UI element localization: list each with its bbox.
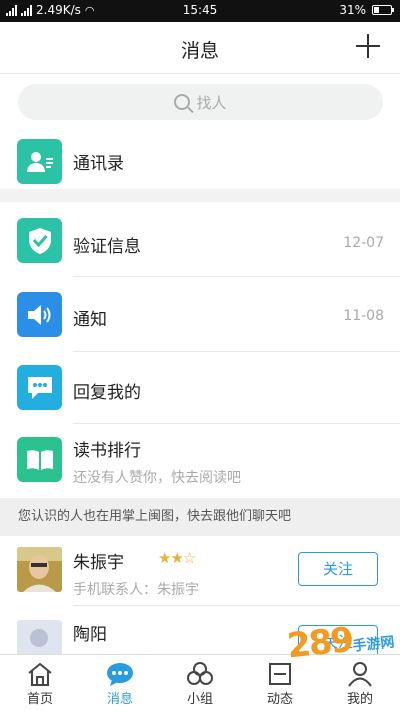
- list-item-person[interactable]: 朱振宇 ★★☆ 手机联系人：朱振宇 关注: [0, 536, 400, 606]
- add-icon[interactable]: [356, 34, 380, 58]
- contacts-label: 通讯录: [73, 154, 124, 174]
- list-item-label: 通知: [73, 310, 107, 330]
- tab-label: 动态: [266, 692, 293, 707]
- list-item-label: 读书排行: [73, 441, 141, 461]
- section-divider: [0, 189, 400, 202]
- tab-label: 消息: [106, 692, 133, 707]
- message-icon: [106, 661, 134, 687]
- book-icon: [17, 437, 62, 482]
- tab-groups[interactable]: 小组: [160, 655, 240, 711]
- speaker-icon: [17, 292, 62, 337]
- battery-icon: [372, 5, 394, 15]
- list-item-label: 验证信息: [73, 237, 141, 257]
- search-input[interactable]: 找人: [18, 84, 383, 120]
- chat-bubble-icon: [17, 365, 62, 410]
- tab-label: 我的: [346, 692, 373, 707]
- battery-text: 31%: [339, 3, 366, 17]
- person-name: 朱振宇: [73, 553, 124, 573]
- recommend-banner: 您认识的人也在用掌上闽图，快去跟他们聊天吧: [0, 498, 400, 536]
- person-name: 陶阳: [73, 625, 107, 645]
- contacts-icon: [17, 139, 62, 184]
- list-item-subtitle: 还没有人赞你，快去阅读吧: [73, 470, 241, 486]
- avatar: [17, 547, 62, 592]
- list-item-verification[interactable]: 验证信息 12-07: [0, 202, 400, 277]
- app-header: 消息: [0, 22, 400, 74]
- tab-messages[interactable]: 消息: [80, 655, 160, 711]
- list-item-reading-rank[interactable]: 读书排行 还没有人赞你，快去阅读吧: [0, 424, 400, 498]
- search-placeholder: 找人: [196, 93, 227, 112]
- list-item-notifications[interactable]: 通知 11-08: [0, 277, 400, 352]
- search-icon: [174, 94, 191, 110]
- tab-profile[interactable]: 我的: [320, 655, 400, 711]
- list-item-label: 回复我的: [73, 383, 141, 403]
- contacts-item[interactable]: 通讯录: [0, 130, 400, 189]
- tab-label: 首页: [26, 692, 53, 707]
- home-icon: [26, 661, 54, 687]
- group-icon: [186, 661, 214, 687]
- profile-icon: [346, 661, 374, 687]
- list-item-date: 11-08: [343, 308, 384, 324]
- status-bar: 2.49K/s ◠ 15:45 31%: [0, 0, 400, 22]
- search-bar-container: 找人: [0, 74, 400, 130]
- list-item-replies[interactable]: 回复我的: [0, 352, 400, 424]
- page-title: 消息: [180, 40, 219, 62]
- status-right: 31%: [339, 3, 394, 17]
- bottom-tab-bar: 首页 消息 小组 动态 我的: [0, 654, 400, 711]
- rating-stars: ★★☆: [158, 549, 196, 567]
- tab-label: 小组: [186, 692, 213, 707]
- shield-check-icon: [17, 218, 62, 263]
- person-description: 手机联系人：朱振宇: [73, 582, 199, 598]
- list-item-date: 12-07: [343, 235, 384, 251]
- tab-home[interactable]: 首页: [0, 655, 80, 711]
- follow-button[interactable]: 关注: [298, 552, 378, 586]
